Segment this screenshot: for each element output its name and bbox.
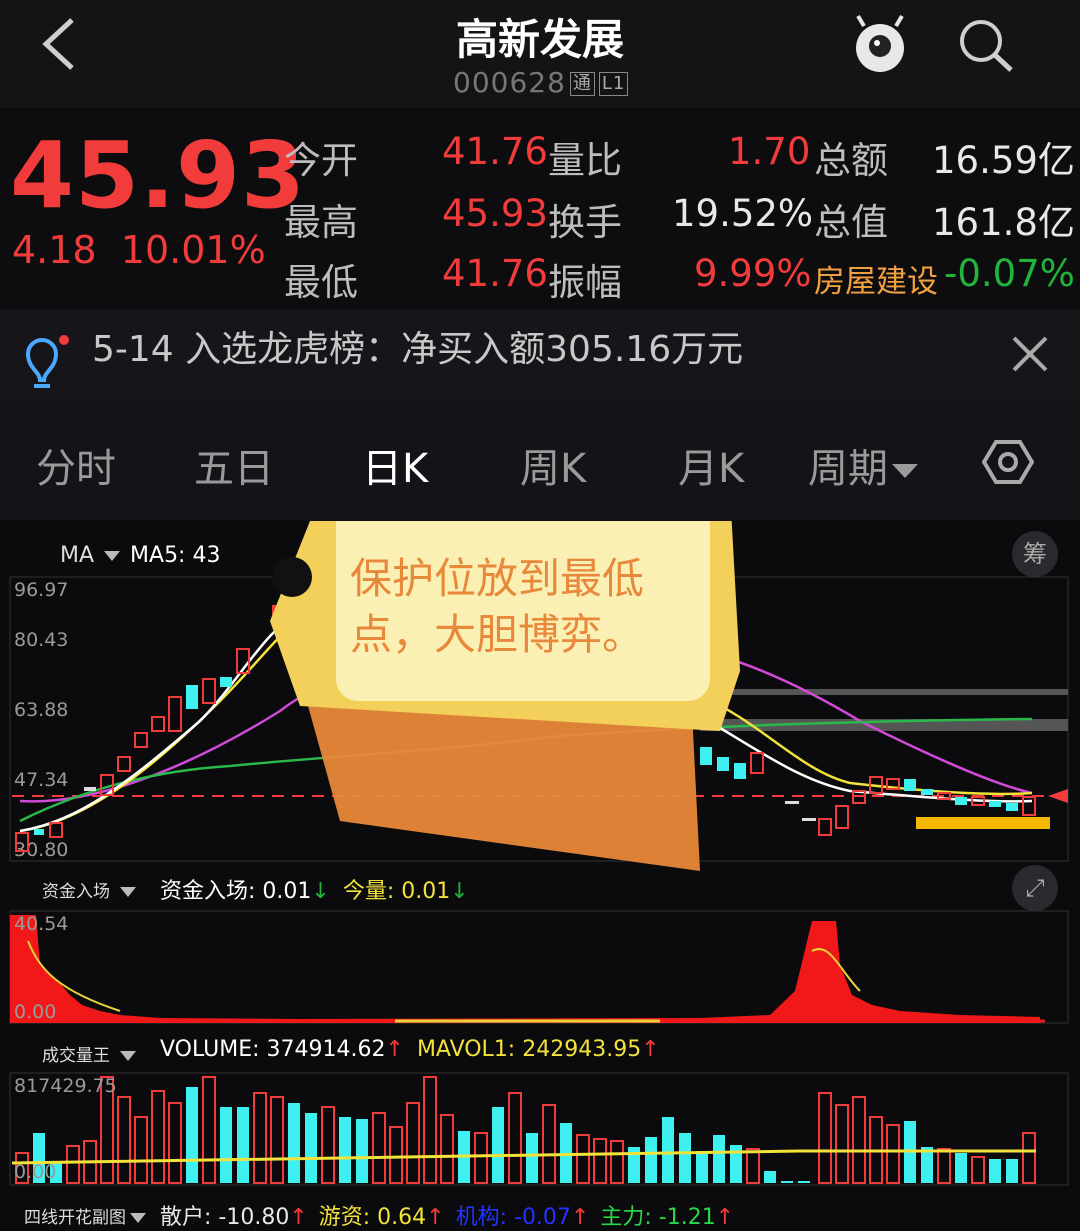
lightbulb-icon bbox=[25, 335, 69, 388]
amplitude-label: 振幅 bbox=[548, 261, 622, 304]
mascot-icon[interactable] bbox=[850, 12, 910, 76]
settings-hexagon-icon[interactable] bbox=[982, 438, 1034, 486]
resistance-band-1 bbox=[700, 689, 1068, 695]
notice-banner[interactable]: 5-14 入选龙虎榜：净买入额305.16万元 bbox=[0, 310, 1080, 400]
chart-area: MA MA5: 43 筹 96.97 80.43 63.88 47.34 30.8… bbox=[0, 521, 1080, 1231]
dropdown-arrow-icon bbox=[892, 464, 918, 478]
fund-values: 资金入场: 0.01↓ 今量: 0.01↓ bbox=[160, 879, 469, 904]
volume-ratio-value: 1.70 bbox=[728, 130, 811, 173]
period-tabs: 分时 五日 日K 周K 月K 周期 bbox=[0, 400, 1080, 520]
top-nav-bar: 高新发展 000628 通 L1 bbox=[0, 0, 1080, 108]
expand-icon[interactable]: ⤢ bbox=[1012, 865, 1058, 911]
open-value: 41.76 bbox=[442, 130, 548, 173]
volume-y-top: 817429.75 bbox=[14, 1075, 117, 1097]
volume-y-bottom: 0.00 bbox=[14, 1161, 57, 1183]
high-label: 最高 bbox=[284, 201, 358, 244]
tab-monthly-k[interactable]: 月K bbox=[678, 436, 744, 494]
support-level-bar bbox=[916, 817, 1050, 829]
market-cap-label: 总值 bbox=[814, 201, 888, 244]
bottom-indicator-values: 散户: -10.80↑ 游资: 0.64↑ 机构: -0.07↑ 主力: -1.… bbox=[160, 1205, 735, 1230]
volume-indicator-legend[interactable]: 成交量王 bbox=[42, 1041, 146, 1066]
sticker-text: 保护位放到最低 点，大胆博弈。 bbox=[350, 554, 645, 659]
last-price: 45.93 bbox=[10, 122, 307, 229]
volume-ratio-label: 量比 bbox=[548, 139, 622, 182]
tab-weekly-k[interactable]: 周K bbox=[520, 436, 586, 494]
tab-intraday[interactable]: 分时 bbox=[36, 436, 116, 494]
turnover-amount-value: 16.59亿 bbox=[932, 139, 1075, 182]
market-cap-value: 161.8亿 bbox=[932, 201, 1075, 244]
sector-value[interactable]: -0.07% bbox=[944, 252, 1075, 295]
stock-code: 000628 bbox=[453, 66, 566, 99]
stock-code-row: 000628 通 L1 bbox=[453, 66, 629, 99]
fund-inflow-area bbox=[10, 915, 1045, 1023]
notice-text: 5-14 入选龙虎榜：净买入额305.16万元 bbox=[92, 329, 744, 370]
turnover-rate-value: 19.52% bbox=[672, 192, 814, 235]
close-icon[interactable] bbox=[1008, 332, 1052, 376]
low-label: 最低 bbox=[284, 261, 358, 304]
fund-y-top: 40.54 bbox=[14, 913, 69, 935]
tab-five-day[interactable]: 五日 bbox=[194, 436, 274, 494]
price-change: 4.18 10.01% bbox=[12, 228, 266, 272]
fund-indicator-legend[interactable]: 资金入场 bbox=[42, 877, 146, 902]
high-value: 45.93 bbox=[442, 192, 548, 235]
turnover-amount-label: 总额 bbox=[814, 139, 888, 182]
tab-period[interactable]: 周期 bbox=[808, 436, 918, 494]
fund-y-bottom: 0.00 bbox=[14, 1001, 57, 1023]
volume-bars bbox=[15, 1076, 1036, 1184]
volume-values: VOLUME: 374914.62↑ MAVOL1: 242943.95↑ bbox=[160, 1037, 660, 1062]
tag-l1: L1 bbox=[598, 72, 629, 96]
sector-label[interactable]: 房屋建设 bbox=[814, 256, 938, 301]
tab-daily-k[interactable]: 日K bbox=[362, 436, 428, 494]
amplitude-value: 9.99% bbox=[694, 252, 812, 295]
low-value: 41.76 bbox=[442, 252, 548, 295]
stock-name: 高新发展 bbox=[455, 15, 624, 64]
bottom-indicator-legend[interactable]: 四线开花副图 bbox=[24, 1203, 150, 1228]
open-label: 今开 bbox=[284, 139, 358, 182]
quote-panel: 45.93 4.18 10.01% 今开 41.76 量比 1.70 总额 16… bbox=[0, 108, 1080, 308]
current-price-marker-icon bbox=[1048, 789, 1068, 803]
search-icon[interactable] bbox=[955, 16, 1017, 74]
turnover-rate-label: 换手 bbox=[548, 201, 622, 244]
tag-tong: 通 bbox=[569, 72, 595, 96]
